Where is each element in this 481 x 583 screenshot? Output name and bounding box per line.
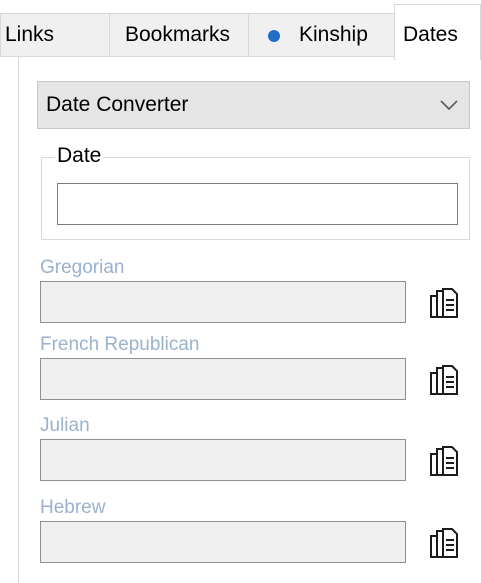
tab-dates[interactable]: Dates xyxy=(394,4,481,60)
gregorian-label: Gregorian xyxy=(40,257,125,278)
copy-icon[interactable] xyxy=(430,365,458,395)
tab-links[interactable]: Links xyxy=(0,13,110,57)
copy-icon[interactable] xyxy=(430,528,458,558)
converter-dropdown[interactable]: Date Converter xyxy=(37,81,470,129)
tab-kinship[interactable]: Kinship xyxy=(248,13,395,57)
julian-label: Julian xyxy=(40,415,90,436)
tab-strip: Links Bookmarks Kinship Dates xyxy=(0,0,481,60)
blue-dot-icon xyxy=(268,30,280,42)
copy-icon[interactable] xyxy=(430,446,458,476)
date-group-legend: Date xyxy=(55,143,104,169)
tab-bookmarks[interactable]: Bookmarks xyxy=(109,13,249,57)
julian-field[interactable] xyxy=(40,439,406,481)
tab-kinship-label: Kinship xyxy=(299,23,368,46)
chevron-down-icon xyxy=(440,100,458,111)
gregorian-field[interactable] xyxy=(40,281,406,323)
hebrew-field[interactable] xyxy=(40,521,406,563)
tab-dates-label: Dates xyxy=(403,23,458,46)
tab-links-label: Links xyxy=(5,23,55,46)
date-input[interactable] xyxy=(57,183,458,225)
hebrew-label: Hebrew xyxy=(40,497,106,518)
french-republican-label: French Republican xyxy=(40,334,200,355)
french-republican-field[interactable] xyxy=(40,358,406,400)
converter-dropdown-value: Date Converter xyxy=(46,93,189,116)
copy-icon[interactable] xyxy=(430,288,458,318)
date-groupbox: Date xyxy=(41,143,470,240)
tab-bookmarks-label: Bookmarks xyxy=(125,23,231,46)
